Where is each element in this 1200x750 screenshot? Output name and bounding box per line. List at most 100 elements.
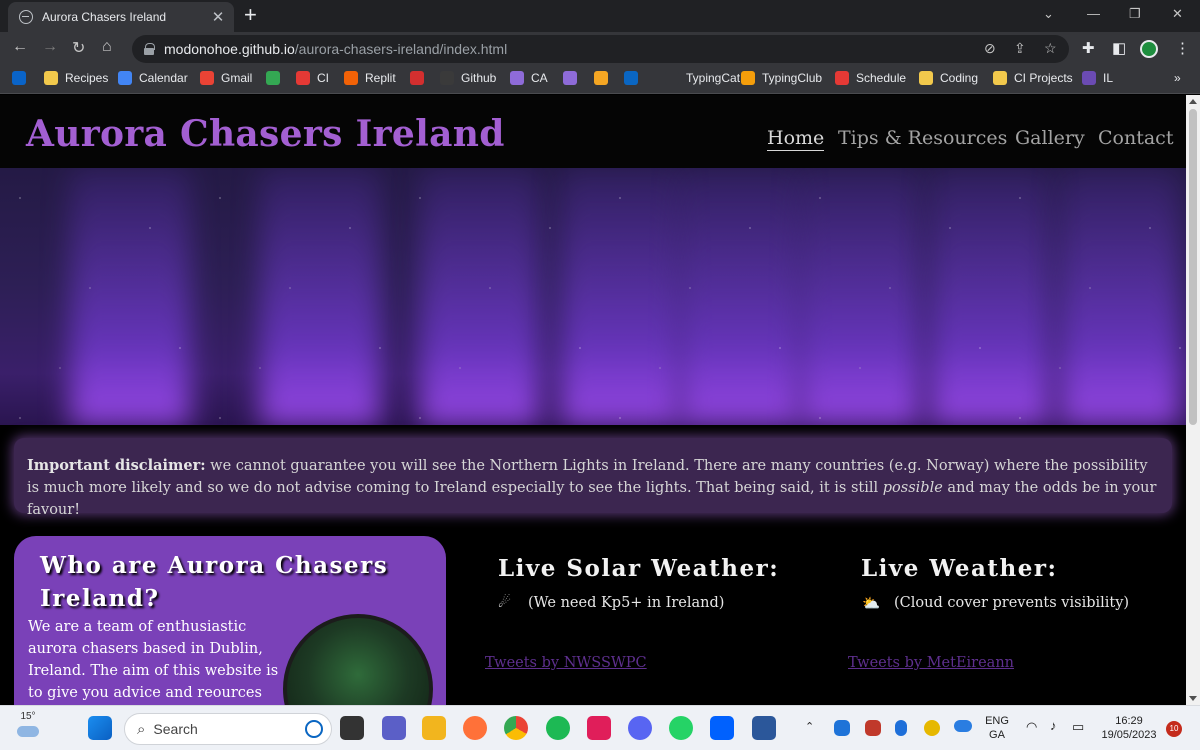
firefox-icon[interactable] (463, 716, 487, 740)
volume-icon[interactable]: ♪ (1050, 719, 1057, 733)
defender-icon[interactable] (834, 720, 850, 736)
discord-icon[interactable] (628, 716, 652, 740)
bookmark-label: IL (1103, 71, 1114, 85)
bookmark-item[interactable] (266, 71, 287, 85)
address-bar[interactable]: modonohoe.github.io /aurora-chasers-irel… (132, 35, 1069, 63)
battery-icon[interactable]: ▭ (1072, 720, 1084, 734)
weather-widget[interactable]: 15° (10, 710, 46, 737)
close-window-icon[interactable]: ✕ (1172, 6, 1183, 22)
search-label: Search (153, 721, 198, 737)
solar-tweets-link[interactable]: Tweets by NWSSWPC (485, 655, 647, 671)
bookmark-label: CA (531, 71, 548, 85)
side-panel-icon[interactable]: ◧ (1112, 39, 1126, 57)
page-scrollbar[interactable] (1186, 95, 1200, 705)
who-card: Who are Aurora Chasers Ireland? We are a… (14, 536, 446, 705)
scroll-down-icon[interactable] (1189, 696, 1197, 701)
file-explorer-icon[interactable] (422, 716, 446, 740)
nav-gallery[interactable]: Gallery (1015, 127, 1085, 149)
hero-aurora-image (0, 168, 1186, 425)
taskbar-search[interactable]: ⌕ Search (124, 713, 332, 745)
bookmark-icon (993, 71, 1007, 85)
bookmark-item[interactable]: Coding (919, 71, 978, 85)
bookmark-item[interactable] (594, 71, 615, 85)
clock[interactable]: 16:29 19/05/2023 (1098, 714, 1160, 742)
language-indicator[interactable]: ENG GA (984, 714, 1010, 742)
slack-icon[interactable] (587, 716, 611, 740)
profile-avatar[interactable] (1140, 40, 1158, 58)
restore-icon[interactable]: ❐ (1129, 6, 1141, 22)
task-view-icon[interactable] (340, 716, 364, 740)
bookmark-item[interactable] (410, 71, 431, 85)
start-icon[interactable] (88, 716, 112, 740)
menu-dots-icon[interactable]: ⋮ (1175, 39, 1190, 57)
eye-off-icon[interactable]: ⊘ (984, 40, 996, 57)
bookmark-item[interactable]: CI (296, 71, 329, 85)
whatsapp-icon[interactable] (669, 716, 693, 740)
home-icon[interactable]: ⌂ (102, 38, 112, 56)
browser-tab[interactable]: Aurora Chasers Ireland ✕ (8, 2, 234, 32)
scrollbar-thumb[interactable] (1189, 109, 1197, 425)
more-bookmarks-icon[interactable]: » (1174, 71, 1181, 85)
bookmark-item[interactable]: Gmail (200, 71, 252, 85)
bookmark-icon (296, 71, 310, 85)
new-tab-button[interactable]: + (244, 4, 257, 26)
app-tray-icon[interactable] (865, 720, 881, 736)
tab-close-icon[interactable]: ✕ (208, 8, 228, 26)
back-icon[interactable]: ← (12, 38, 28, 56)
bookmark-item[interactable]: Recipes (44, 71, 108, 85)
bookmark-label: TypingClub (762, 71, 823, 85)
spotify-icon[interactable] (546, 716, 570, 740)
share-icon[interactable]: ⇪ (1014, 40, 1026, 57)
minimize-icon[interactable]: — (1087, 6, 1100, 21)
lock-icon (144, 43, 155, 55)
tab-search-chevron-icon[interactable]: ⌄ (1043, 6, 1054, 22)
notification-badge[interactable]: 10 (1166, 721, 1182, 737)
url-path: /aurora-chasers-ireland/index.html (294, 41, 508, 57)
bookmark-icon (266, 71, 280, 85)
dropbox-icon[interactable] (710, 716, 734, 740)
bookmark-icon (835, 71, 849, 85)
reload-icon[interactable]: ↻ (72, 38, 85, 58)
windows-taskbar: 15° ⌕ Search ⌃ ENG GA ◠ ♪ ▭ 16:29 19/05/… (0, 705, 1200, 750)
chrome-icon[interactable] (504, 716, 528, 740)
site-logo[interactable]: Aurora Chasers Ireland (26, 113, 505, 155)
bookmark-label: Gmail (221, 71, 253, 85)
bluetooth-icon[interactable] (895, 720, 907, 736)
wifi-icon[interactable]: ◠ (1026, 720, 1037, 734)
bookmark-item[interactable]: CA (510, 71, 548, 85)
bookmark-label: Calendar (139, 71, 188, 85)
bookmark-item[interactable] (624, 71, 645, 85)
extensions-icon[interactable]: ✚ (1082, 39, 1095, 57)
star-icon[interactable]: ☆ (1044, 40, 1057, 57)
url-host: modonohoe.github.io (164, 41, 295, 57)
bookmark-item[interactable]: CI Projects (993, 71, 1073, 85)
bookmark-item[interactable]: Calendar (118, 71, 188, 85)
disclaimer-label: Important disclaimer: (27, 457, 206, 474)
bookmark-outlook[interactable] (12, 71, 33, 85)
bookmark-icon (624, 71, 638, 85)
forward-icon[interactable]: → (42, 38, 58, 56)
nav-contact[interactable]: Contact (1098, 127, 1173, 149)
browser-toolbar: ← → ↻ ⌂ modonohoe.github.io /aurora-chas… (0, 32, 1200, 66)
tray-chevron-icon[interactable]: ⌃ (805, 720, 814, 734)
bookmark-item[interactable]: Schedule (835, 71, 906, 85)
bookmark-item[interactable]: IL (1082, 71, 1113, 85)
nav-home[interactable]: Home (767, 127, 825, 151)
globe-icon (19, 10, 33, 24)
teams-icon[interactable] (382, 716, 406, 740)
bookmark-item[interactable]: Replit (344, 71, 396, 85)
bookmark-item[interactable]: TypingClub (741, 71, 822, 85)
word-icon[interactable] (752, 716, 776, 740)
bookmark-item[interactable]: TypingCat (665, 71, 740, 85)
weather-tweets-link[interactable]: Tweets by MetEireann (848, 655, 1014, 671)
onedrive-icon[interactable] (954, 720, 972, 732)
bookmark-item[interactable] (563, 71, 584, 85)
bookmark-icon (410, 71, 424, 85)
who-heading: Who are Aurora Chasers Ireland? (40, 552, 389, 612)
scroll-up-icon[interactable] (1189, 99, 1197, 104)
tray-app-icon[interactable] (924, 720, 940, 736)
bookmark-item[interactable]: Github (440, 71, 496, 85)
nav-tips-resources[interactable]: Tips & Resources (838, 127, 1007, 149)
weather-temp: 15° (20, 711, 36, 722)
bookmarks-bar: Recipes Calendar Gmail CI Replit Github CA Typi… (0, 66, 1200, 94)
